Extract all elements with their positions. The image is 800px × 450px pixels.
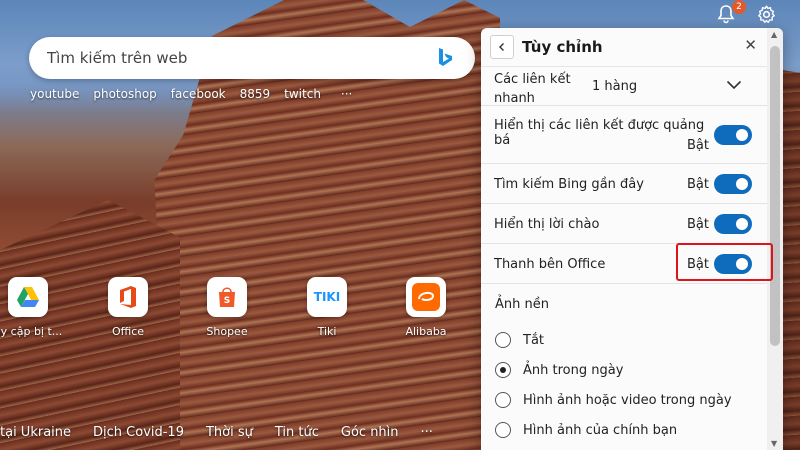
news-tab-goc-nhin[interactable]: Góc nhìn — [341, 425, 399, 440]
news-more-button[interactable]: ··· — [421, 425, 433, 440]
background-section-title: Ảnh nền — [495, 297, 549, 312]
radio-label: Ảnh trong ngày — [523, 362, 624, 378]
radio-label: Hình ảnh hoặc video trong ngày — [523, 392, 732, 408]
search-input[interactable] — [45, 48, 437, 68]
quicklink-facebook[interactable]: facebook — [171, 87, 226, 101]
radio-label: Tắt — [523, 332, 545, 348]
toggle-knob — [736, 178, 748, 190]
radio-button[interactable] — [495, 332, 511, 348]
news-tab-tin-tuc[interactable]: Tin tức — [275, 425, 319, 440]
quicklinks-setting-label: Các liên kết nhanh — [494, 72, 571, 106]
tile-shopee[interactable]: S Shopee — [187, 277, 267, 338]
background-option-custom[interactable]: Hình ảnh của chính bạn — [495, 422, 677, 438]
quick-access-tiles: uy cập bị t... Office S Shopee TIKI Tiki — [0, 277, 470, 338]
tile-label: Shopee — [206, 325, 248, 338]
chevron-down-icon[interactable] — [726, 80, 742, 90]
quicklink-photoshop[interactable]: photoshop — [93, 87, 156, 101]
radio-button[interactable] — [495, 392, 511, 408]
scroll-up-arrow-icon[interactable]: ▲ — [771, 30, 777, 39]
tile-office[interactable]: Office — [88, 277, 168, 338]
promoted-links-toggle[interactable] — [714, 125, 752, 145]
bing-recent-search-row: Tìm kiếm Bing gần đây Bật — [481, 164, 767, 204]
news-category-bar: tại Ukraine Dịch Covid-19 Thời sự Tin tứ… — [0, 415, 470, 450]
close-icon[interactable]: ✕ — [744, 36, 757, 54]
promoted-links-row: Hiển thị các liên kết được quảng bá Bật — [481, 106, 767, 164]
panel-header: Tùy chỉnh ✕ — [481, 28, 783, 67]
tile-label: Office — [111, 325, 145, 338]
radio-button[interactable] — [495, 422, 511, 438]
tile-icon-box: TIKI — [307, 277, 347, 317]
quicklink-twitch[interactable]: twitch — [284, 87, 321, 101]
news-tab-thoi-su[interactable]: Thời sự — [206, 425, 253, 440]
panel-title: Tùy chỉnh — [522, 38, 603, 56]
svg-text:S: S — [224, 296, 230, 306]
gear-icon[interactable] — [756, 4, 777, 25]
notification-badge: 2 — [732, 0, 746, 14]
scroll-thumb[interactable] — [770, 46, 780, 346]
promoted-links-state: Bật — [687, 138, 709, 153]
quicklink-youtube[interactable]: youtube — [30, 87, 79, 101]
alibaba-icon — [412, 283, 440, 311]
background-option-off[interactable]: Tắt — [495, 332, 544, 348]
tile-icon-box — [8, 277, 48, 317]
tile-tiki[interactable]: TIKI Tiki — [287, 277, 367, 338]
tile-label: Tiki — [317, 325, 337, 338]
quicklinks-setting-value[interactable]: 1 hàng — [592, 79, 637, 94]
news-tab-covid[interactable]: Dịch Covid-19 — [93, 425, 184, 440]
quicklink-8859[interactable]: 8859 — [240, 87, 271, 101]
customize-panel: Tùy chỉnh ✕ Các liên kết nhanh 1 hàng Hi… — [481, 28, 783, 450]
tiki-icon: TIKI — [313, 290, 341, 304]
panel-scrollbar[interactable]: ▲ ▼ — [767, 28, 783, 450]
toggle-knob — [736, 218, 748, 230]
chevron-left-icon — [499, 43, 504, 51]
tile-icon-box — [406, 277, 446, 317]
toggle-knob — [736, 129, 748, 141]
radio-button-checked[interactable] — [495, 362, 511, 378]
greeting-toggle[interactable] — [714, 214, 752, 234]
scroll-down-arrow-icon[interactable]: ▼ — [771, 439, 777, 448]
news-tab-ukraine[interactable]: tại Ukraine — [0, 425, 71, 440]
background-option-daily-video[interactable]: Hình ảnh hoặc video trong ngày — [495, 392, 732, 408]
search-box[interactable] — [29, 37, 475, 79]
greeting-row: Hiển thị lời chào Bật — [481, 204, 767, 244]
office-icon — [120, 286, 136, 308]
office-sidebar-label: Thanh bên Office — [494, 257, 606, 272]
bing-recent-search-label: Tìm kiếm Bing gần đây — [494, 177, 644, 192]
tile-google-drive[interactable]: uy cập bị t... — [0, 277, 68, 338]
back-button[interactable] — [490, 35, 514, 59]
radio-label: Hình ảnh của chính bạn — [523, 422, 678, 438]
bing-logo-icon[interactable] — [437, 47, 455, 69]
quicklinks-setting-row[interactable]: Các liên kết nhanh 1 hàng — [481, 66, 767, 106]
quicklinks-bar: youtube photoshop facebook 8859 twitch ·… — [30, 87, 352, 101]
bing-recent-search-state: Bật — [687, 177, 709, 192]
tile-icon-box: S — [207, 277, 247, 317]
google-drive-icon — [17, 287, 39, 307]
greeting-label: Hiển thị lời chào — [494, 217, 600, 232]
shopee-icon: S — [219, 287, 235, 307]
background-option-daily-image[interactable]: Ảnh trong ngày — [495, 362, 623, 378]
tile-label: uy cập bị t... — [0, 325, 63, 338]
quicklinks-more-button[interactable]: ··· — [341, 87, 352, 101]
greeting-state: Bật — [687, 217, 709, 232]
tile-alibaba[interactable]: Alibaba — [386, 277, 466, 338]
tile-label: Alibaba — [405, 325, 447, 338]
tile-icon-box — [108, 277, 148, 317]
bing-recent-search-toggle[interactable] — [714, 174, 752, 194]
highlight-annotation-box — [676, 243, 773, 281]
